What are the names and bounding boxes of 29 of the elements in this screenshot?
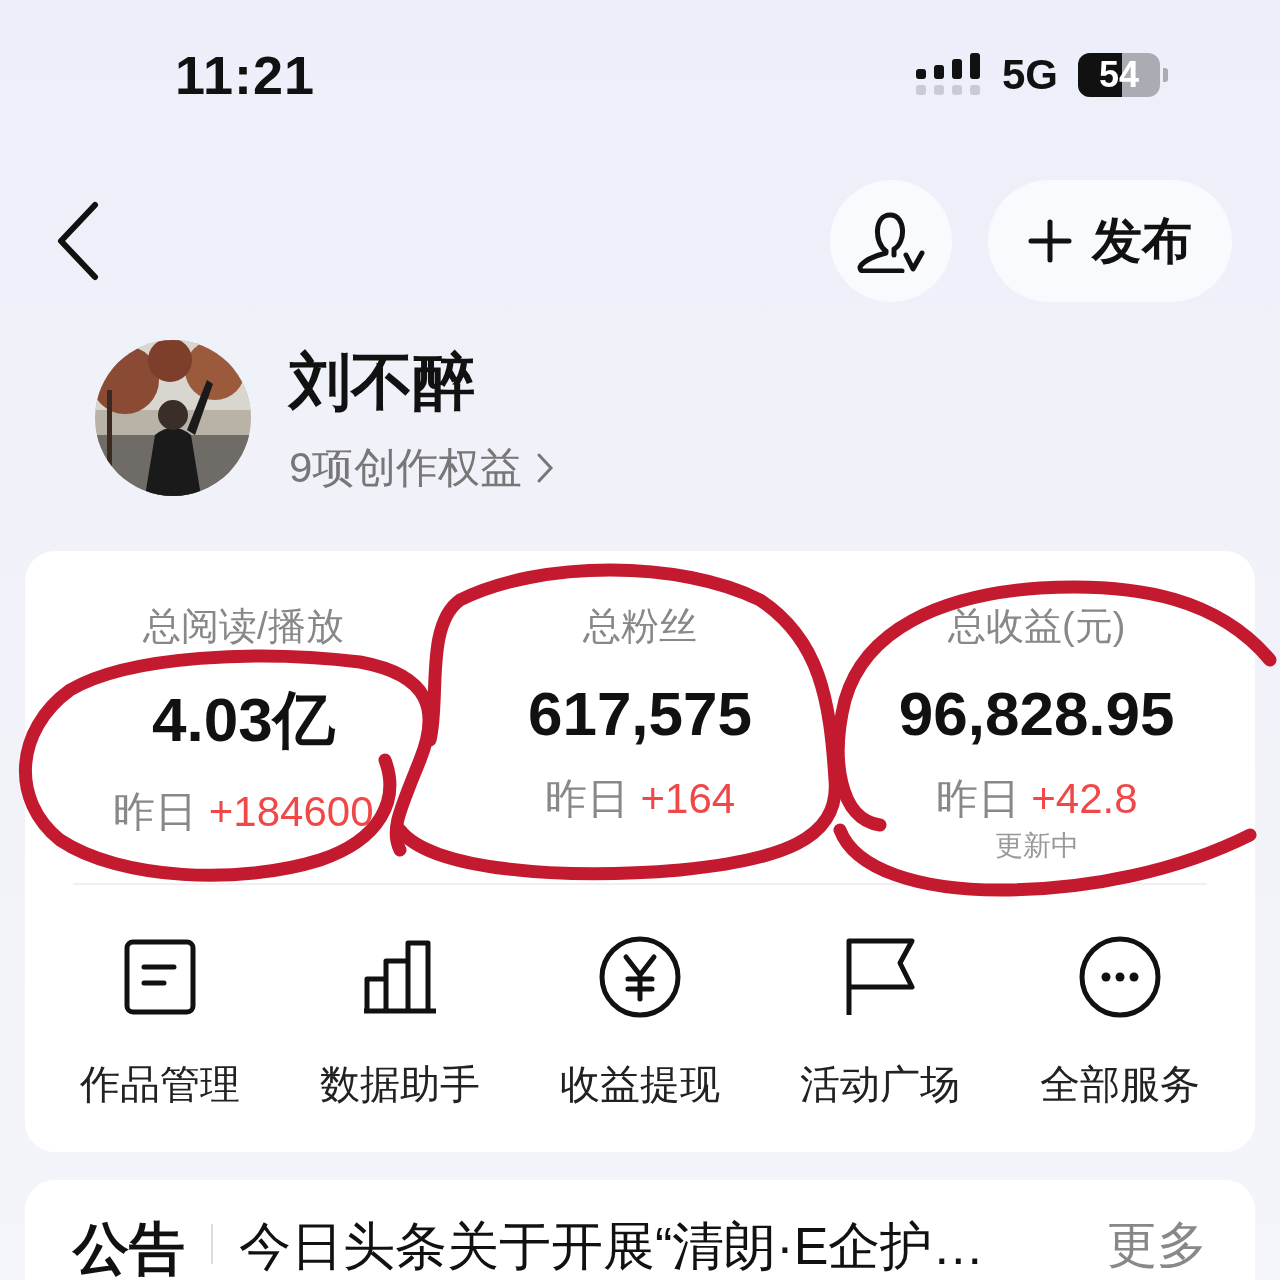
stat-delta: 昨日 +184600	[113, 787, 374, 837]
back-icon[interactable]	[55, 201, 101, 281]
service-item[interactable]: 数据助手	[280, 935, 520, 1112]
network-label: 5G	[1001, 51, 1058, 99]
stat-value[interactable]: 4.03亿	[152, 678, 335, 762]
user-name: 刘不醉	[289, 346, 476, 418]
service-item[interactable]: 收益提现	[520, 935, 760, 1112]
stat-delta: 昨日 +164	[544, 774, 736, 824]
stat-value[interactable]: 617,575	[527, 678, 753, 749]
notice-link[interactable]: 今日头条关于开展“清朗·E企护…	[239, 1212, 985, 1280]
status-time: 11:21	[175, 44, 316, 106]
benefits-link[interactable]: 9项创作权益	[289, 440, 555, 496]
stat-note: 更新中	[994, 829, 1079, 863]
chevron-right-icon	[536, 452, 555, 484]
stat-value[interactable]: 96,828.95	[898, 678, 1175, 749]
plus-icon	[1028, 219, 1072, 263]
more-link[interactable]: 更多	[1107, 1212, 1207, 1279]
more-icon	[1078, 935, 1162, 1019]
service-item[interactable]: 作品管理	[40, 935, 280, 1112]
service-item[interactable]: 全部服务	[1000, 935, 1240, 1112]
stat-label: 总阅读/播放	[143, 604, 344, 649]
notice-label: 公告	[73, 1216, 185, 1280]
publish-button[interactable]: 发布	[988, 180, 1232, 302]
service-item[interactable]: 活动广场	[760, 935, 1000, 1112]
stat-label: 总粉丝	[583, 604, 697, 649]
yen-coin-icon	[598, 935, 682, 1019]
signal-icon	[915, 53, 982, 97]
stat-delta: 昨日 +42.8	[935, 774, 1138, 824]
stat-label: 总收益(元)	[948, 604, 1126, 649]
